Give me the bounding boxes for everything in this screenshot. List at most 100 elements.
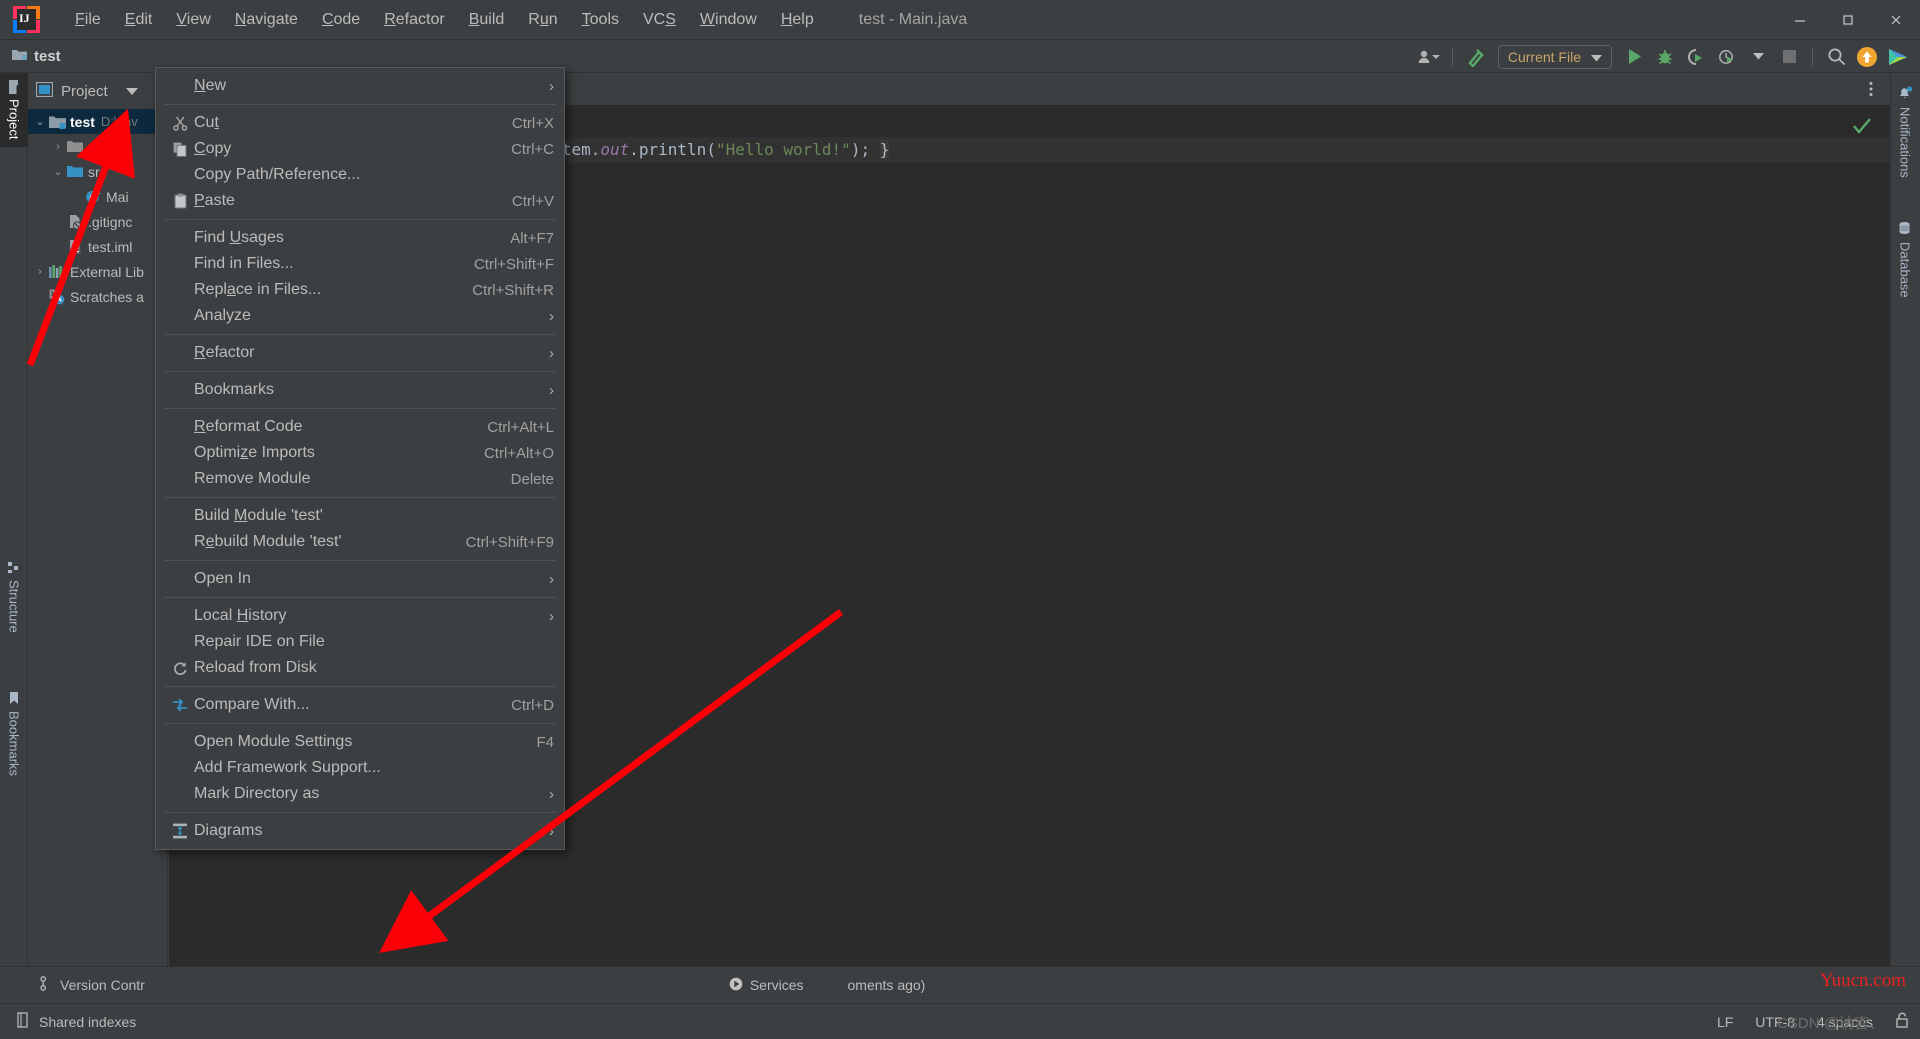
- context-menu-item-findusages[interactable]: Find UsagesAlt+F7: [156, 225, 564, 251]
- inspection-ok-icon[interactable]: [1852, 117, 1872, 141]
- unlocked-icon[interactable]: [1895, 1012, 1910, 1032]
- menu-window[interactable]: Window: [689, 6, 768, 34]
- tree-node-idea[interactable]: › .idea: [28, 134, 167, 159]
- project-tree: ⌄testD:\Jav › .idea ⌄srcCMai.gitignctest.im…: [28, 109, 167, 309]
- menu-run[interactable]: Run: [517, 6, 568, 34]
- tree-node-scratchesa[interactable]: Scratches a: [28, 284, 167, 309]
- tree-node-gitignc[interactable]: .gitignc: [28, 209, 167, 234]
- context-menu-item-label: Find in Files...: [194, 255, 456, 273]
- context-menu-item-rebuildmoduletest[interactable]: Rebuild Module 'test'Ctrl+Shift+F9: [156, 529, 564, 555]
- menu-navigate[interactable]: Navigate: [224, 6, 309, 34]
- source-folder-icon: [66, 165, 84, 178]
- profiler-icon[interactable]: [1713, 44, 1741, 70]
- context-menu-item-refactor[interactable]: Refactor›: [156, 340, 564, 366]
- bottom-tab-label-version-control: Version Contr: [60, 977, 145, 993]
- tree-node-label: .idea: [88, 139, 118, 155]
- minimize-button[interactable]: [1776, 0, 1824, 40]
- context-menu-item-label: Remove Module: [194, 470, 493, 488]
- menu-help[interactable]: Help: [770, 6, 825, 34]
- tree-node-externallib[interactable]: ›External Lib: [28, 259, 167, 284]
- update-project-icon[interactable]: [1853, 44, 1881, 70]
- context-menu-item-new[interactable]: New›: [156, 73, 564, 99]
- shared-indexes-label[interactable]: Shared indexes: [39, 1014, 136, 1030]
- sidebar-item-structure[interactable]: Structure: [0, 553, 28, 641]
- tree-node-src[interactable]: ⌄src: [28, 159, 167, 184]
- ide-feature-icon[interactable]: [1884, 44, 1912, 70]
- menu-build[interactable]: Build: [458, 6, 516, 34]
- menu-refactor[interactable]: Refactor: [373, 6, 455, 34]
- version-control-icon: [40, 976, 53, 994]
- tree-node-mai[interactable]: CMai: [28, 184, 167, 209]
- sidebar-item-project[interactable]: Project: [0, 73, 28, 147]
- project-panel-header[interactable]: Project: [28, 73, 167, 109]
- context-menu-item-localhistory[interactable]: Local History›: [156, 603, 564, 629]
- context-menu-item-comparewith[interactable]: Compare With...Ctrl+D: [156, 692, 564, 718]
- close-button[interactable]: [1872, 0, 1920, 40]
- context-menu-item-replaceinfiles[interactable]: Replace in Files...Ctrl+Shift+R: [156, 277, 564, 303]
- tree-node-testiml[interactable]: test.iml: [28, 234, 167, 259]
- menu-separator: [164, 812, 556, 813]
- context-menu-item-addframeworksupport[interactable]: Add Framework Support...: [156, 755, 564, 781]
- updates-hammer-icon[interactable]: [1462, 44, 1490, 70]
- code-token: "Hello world!": [716, 140, 851, 159]
- menu-separator: [164, 408, 556, 409]
- menu-vcs[interactable]: VCS: [632, 6, 687, 34]
- toolbar-divider: [1452, 48, 1453, 66]
- copy-icon: [166, 142, 194, 157]
- context-menu-item-openin[interactable]: Open In›: [156, 566, 564, 592]
- context-menu-item-reformatcode[interactable]: Reformat CodeCtrl+Alt+L: [156, 414, 564, 440]
- profiler-dropdown-icon[interactable]: [1744, 44, 1772, 70]
- menu-code[interactable]: Code: [311, 6, 371, 34]
- line-separator-status[interactable]: LF: [1717, 1014, 1733, 1030]
- bottom-tab-services[interactable]: Services: [717, 967, 816, 1004]
- context-menu-item-shortcut: Alt+F7: [510, 230, 554, 247]
- menu-edit[interactable]: Edit: [114, 6, 164, 34]
- run-icon[interactable]: [1620, 44, 1648, 70]
- sidebar-item-database[interactable]: Database: [1890, 213, 1920, 306]
- sidebar-item-bookmarks[interactable]: Bookmarks: [0, 683, 28, 784]
- context-menu-item-analyze[interactable]: Analyze›: [156, 303, 564, 329]
- context-menu-item-buildmoduletest[interactable]: Build Module 'test': [156, 503, 564, 529]
- context-menu-item-findinfiles[interactable]: Find in Files... Ctrl+Shift+F: [156, 251, 564, 277]
- menu-separator: [164, 686, 556, 687]
- bottom-tab-version-control[interactable]: Version Contr: [28, 967, 157, 1004]
- breadcrumb[interactable]: test: [12, 48, 61, 65]
- project-context-menu[interactable]: New› CutCtrl+XCopyCtrl+CCopy Path/Referen…: [155, 67, 565, 850]
- context-menu-item-bookmarks[interactable]: Bookmarks›: [156, 377, 564, 403]
- build-status-note: oments ago): [836, 967, 938, 1004]
- maximize-button[interactable]: [1824, 0, 1872, 40]
- editor-options-icon[interactable]: [1860, 77, 1882, 101]
- chevron-down-icon[interactable]: ⌄: [32, 115, 48, 128]
- stop-icon[interactable]: [1775, 44, 1803, 70]
- tree-node-test[interactable]: ⌄testD:\Jav: [28, 109, 167, 134]
- run-configuration-selector[interactable]: Current File: [1498, 45, 1612, 69]
- menu-tools[interactable]: Tools: [571, 6, 630, 34]
- debug-icon[interactable]: [1651, 44, 1679, 70]
- context-menu-item-repairideonfile[interactable]: Repair IDE on File: [156, 629, 564, 655]
- context-menu-item-reloadfromdisk[interactable]: Reload from Disk: [156, 655, 564, 681]
- context-menu-item-openmodulesettings[interactable]: Open Module SettingsF4: [156, 729, 564, 755]
- menu-file[interactable]: File: [64, 6, 112, 34]
- context-menu-item-shortcut: Ctrl+Alt+O: [484, 445, 554, 462]
- context-menu-item-copypathreference[interactable]: Copy Path/Reference...: [156, 162, 564, 188]
- context-menu-item-cut[interactable]: CutCtrl+X: [156, 110, 564, 136]
- context-menu-item-diagrams[interactable]: Diagrams›: [156, 818, 564, 844]
- run-with-coverage-icon[interactable]: [1682, 44, 1710, 70]
- context-menu-item-label: Repair IDE on File: [194, 633, 554, 651]
- context-menu-item-optimizeimports[interactable]: Optimize ImportsCtrl+Alt+O: [156, 440, 564, 466]
- context-menu-item-markdirectoryas[interactable]: Mark Directory as›: [156, 781, 564, 807]
- context-menu-item-paste[interactable]: PasteCtrl+V: [156, 188, 564, 214]
- user-avatar-icon[interactable]: [1415, 44, 1443, 70]
- chevron-right-icon[interactable]: ›: [50, 141, 66, 153]
- chevron-down-icon[interactable]: ⌄: [50, 165, 66, 178]
- menu-bar: FileEditViewNavigateCodeRefactorBuildRun…: [64, 6, 825, 34]
- context-menu-item-copy[interactable]: CopyCtrl+C: [156, 136, 564, 162]
- chevron-down-icon[interactable]: [126, 83, 138, 100]
- context-menu-item-shortcut: Ctrl+Shift+F: [474, 256, 554, 273]
- search-everywhere-icon[interactable]: [1822, 44, 1850, 70]
- menu-view[interactable]: View: [165, 6, 221, 34]
- chevron-right-icon[interactable]: ›: [32, 266, 48, 278]
- sidebar-item-notifications[interactable]: Notifications: [1890, 77, 1920, 186]
- context-menu-item-removemodule[interactable]: Remove ModuleDelete: [156, 466, 564, 492]
- context-menu-item-label: Replace in Files...: [194, 281, 454, 299]
